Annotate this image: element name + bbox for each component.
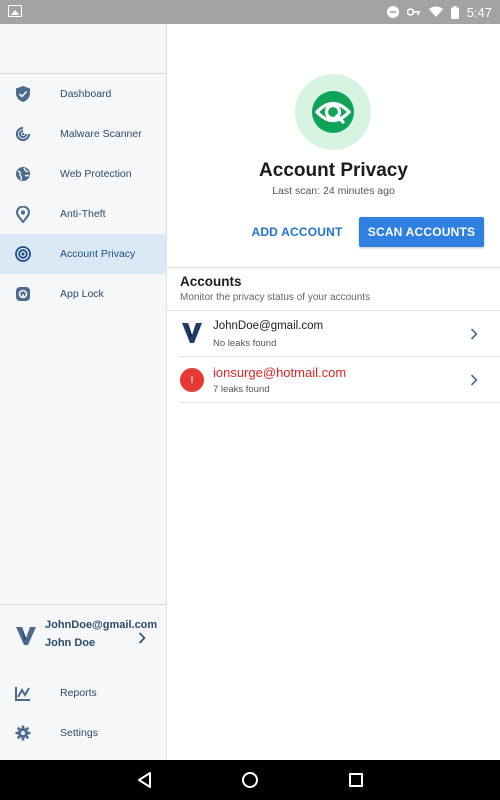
privacy-eye-icon: [295, 74, 371, 150]
reports-icon: [14, 684, 32, 702]
last-scan-text: Last scan: 24 minutes ago: [272, 185, 395, 197]
account-privacy-header: Account Privacy Last scan: 24 minutes ag…: [167, 24, 500, 268]
vipre-logo-icon: [182, 323, 202, 348]
sidebar-item-label: Settings: [60, 727, 98, 739]
sidebar-item-label: Malware Scanner: [60, 128, 142, 140]
image-notification-icon: [8, 5, 22, 17]
sidebar-item-anti-theft[interactable]: Anti-Theft: [0, 194, 166, 234]
recents-icon[interactable]: [346, 770, 366, 790]
system-navigation-bar: [0, 760, 500, 800]
drawer-account[interactable]: JohnDoe@gmail.com John Doe: [0, 604, 166, 666]
sidebar-item-app-lock[interactable]: App Lock: [0, 274, 166, 314]
divider: [180, 402, 500, 403]
sidebar-item-label: Dashboard: [60, 88, 112, 100]
scanner-icon: [14, 125, 32, 143]
drawer-bottom-nav: Reports Settings: [0, 673, 166, 753]
battery-icon: [450, 5, 459, 19]
account-email: JohnDoe@gmail.com: [45, 619, 158, 631]
vipre-logo-icon: [16, 627, 36, 650]
navigation-drawer: Dashboard Malware Scanner Web Protection…: [0, 24, 167, 760]
sidebar-item-label: Anti-Theft: [60, 208, 106, 220]
back-icon[interactable]: [135, 770, 155, 790]
account-row[interactable]: JohnDoe@gmail.com No leaks found: [180, 311, 500, 357]
main-content: Account Privacy Last scan: 24 minutes ag…: [167, 24, 500, 760]
sidebar-item-label: Web Protection: [60, 168, 132, 180]
add-account-button[interactable]: ADD ACCOUNT: [247, 218, 347, 246]
gear-icon: [14, 724, 32, 742]
page-title: Account Privacy: [259, 160, 408, 181]
sidebar-item-settings[interactable]: Settings: [0, 713, 166, 753]
account-status: 7 leaks found: [213, 384, 270, 395]
chevron-right-icon: [470, 373, 478, 391]
shield-icon: [14, 85, 32, 103]
status-time: 5:47: [466, 4, 492, 20]
sidebar-item-label: App Lock: [60, 288, 104, 300]
home-icon[interactable]: [240, 770, 260, 790]
account-row[interactable]: I ionsurge@hotmail.com 7 leaks found: [180, 357, 500, 403]
sidebar-item-reports[interactable]: Reports: [0, 673, 166, 713]
key-icon: [406, 8, 420, 16]
location-pin-icon: [14, 205, 32, 223]
sidebar-item-dashboard[interactable]: Dashboard: [0, 74, 166, 114]
chevron-right-icon: [470, 327, 478, 345]
wifi-icon: [428, 6, 443, 17]
sidebar-item-account-privacy[interactable]: Account Privacy: [0, 234, 166, 274]
accounts-section-title: Accounts: [180, 274, 242, 289]
globe-icon: [14, 165, 32, 183]
account-email: JohnDoe@gmail.com: [213, 320, 324, 332]
drawer-nav-list: Dashboard Malware Scanner Web Protection…: [0, 74, 166, 314]
account-avatar: I: [180, 368, 204, 392]
account-name: John Doe: [45, 637, 96, 649]
account-email: ionsurge@hotmail.com: [213, 365, 347, 380]
accounts-section-subtitle: Monitor the privacy status of your accou…: [180, 292, 371, 303]
sidebar-item-web-protection[interactable]: Web Protection: [0, 154, 166, 194]
status-icons: 5:47: [386, 0, 492, 24]
sidebar-item-malware-scanner[interactable]: Malware Scanner: [0, 114, 166, 154]
chevron-right-icon: [138, 631, 146, 649]
drawer-header: [0, 24, 166, 74]
lock-icon: [14, 285, 32, 303]
sidebar-item-label: Account Privacy: [60, 248, 136, 260]
scan-accounts-button[interactable]: SCAN ACCOUNTS: [359, 217, 484, 247]
status-bar: 5:47: [0, 0, 500, 24]
eye-icon: [14, 245, 32, 263]
do-not-disturb-icon: [386, 6, 399, 18]
sidebar-item-label: Reports: [60, 687, 97, 699]
account-status: No leaks found: [213, 338, 277, 349]
